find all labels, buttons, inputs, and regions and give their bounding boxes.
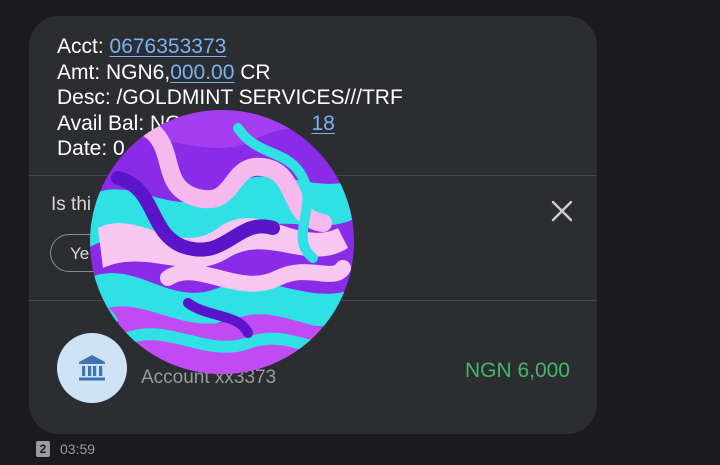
- message-time: 03:59: [60, 441, 96, 457]
- close-button[interactable]: [547, 196, 577, 226]
- close-icon: [551, 200, 573, 222]
- prompt-text: Is thi: [51, 194, 92, 215]
- amount-link[interactable]: 000.00: [170, 61, 234, 84]
- amount-suffix: CR: [234, 60, 271, 84]
- desc-line: Desc: /GOLDMINT SERVICES///TRF: [57, 86, 403, 109]
- message-screen: Acct: 0676353373 Amt: NGN6,000.00 CR Des…: [0, 0, 720, 465]
- acct-label: Acct:: [57, 35, 110, 58]
- transaction-amount: NGN 6,000: [464, 359, 570, 382]
- acct-number-link[interactable]: 0676353373: [110, 35, 227, 58]
- sim-badge: 2: [36, 441, 50, 457]
- amount-line: Amt: NGN6,000.00 CR: [57, 60, 403, 86]
- marbled-avatar-image: [90, 110, 354, 374]
- acct-line: Acct: 0676353373: [57, 34, 403, 60]
- amount-label: Amt: NGN6,: [57, 60, 171, 84]
